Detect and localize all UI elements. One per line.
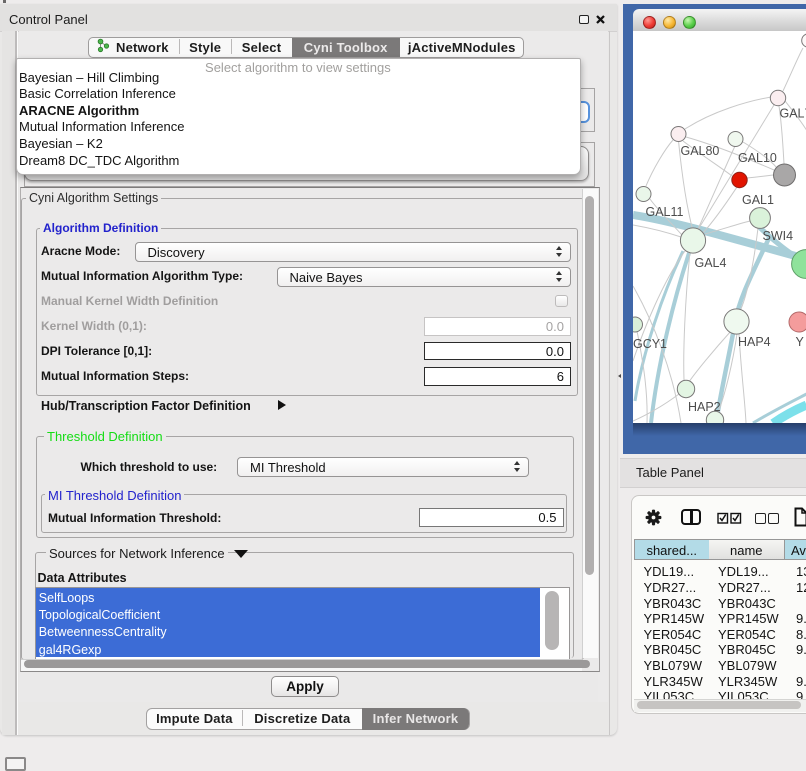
svg-text:GAL4: GAL4 bbox=[694, 256, 726, 270]
svg-text:GAL1: GAL1 bbox=[741, 193, 773, 207]
svg-text:GAL7: GAL7 bbox=[779, 106, 806, 120]
svg-text:HAP2: HAP2 bbox=[688, 400, 721, 414]
svg-text:Y: Y bbox=[795, 335, 804, 349]
svg-text:SWI4: SWI4 bbox=[762, 229, 793, 243]
svg-text:HAP4: HAP4 bbox=[737, 335, 770, 349]
svg-text:GAL80: GAL80 bbox=[680, 144, 719, 158]
svg-text:GAL11: GAL11 bbox=[645, 205, 683, 219]
svg-text:GAL10: GAL10 bbox=[737, 151, 776, 165]
svg-text:GCY1: GCY1 bbox=[633, 337, 667, 351]
